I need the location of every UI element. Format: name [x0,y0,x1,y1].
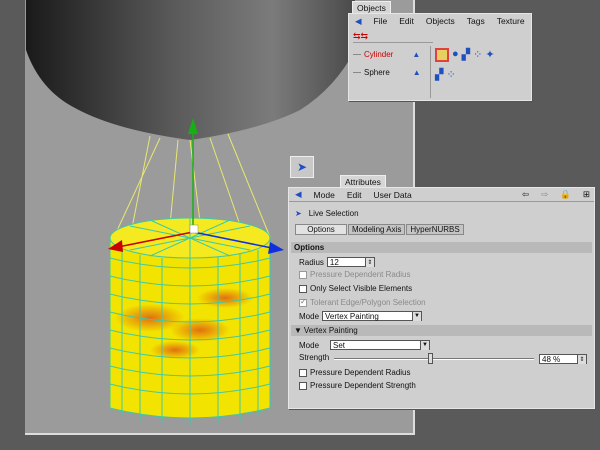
menu-arrow-icon[interactable]: ◀ [295,189,302,200]
object-list: Cylinder ▲ Sphere ▲ [349,46,431,98]
strength-label: Strength [299,353,330,362]
mode-label: Mode [299,311,320,321]
only-visible-checkbox[interactable] [299,284,307,293]
menu-file[interactable]: File [374,16,388,26]
vp-pressure-radius-checkbox[interactable] [299,368,307,377]
tab-options[interactable]: Options [295,224,347,235]
radius-row: Radius 12 ⇕ [299,257,375,267]
only-visible-label: Only Select Visible Elements [310,284,413,293]
material-tag-icon[interactable]: ● [452,48,459,62]
tolerant-checkbox[interactable] [299,297,307,307]
options-header: Options [291,242,592,253]
tolerant-label: Tolerant Edge/Polygon Selection [310,298,426,307]
attributes-menubar: ◀ Mode Edit User Data ⇦ ⇨ 🔒 ⊞ [289,188,594,202]
strength-input[interactable]: 48 % ⇕ [539,354,587,364]
cylinder-icon: ▲ [412,50,421,59]
vp-pressure-strength-label: Pressure Dependent Strength [310,381,416,390]
uvw-tag-icon[interactable]: ▞ [462,48,470,62]
object-name: Cylinder [364,50,394,59]
cylinder-mesh [109,217,271,426]
pressure-radius-label: Pressure Dependent Radius [310,270,411,279]
vp-mode-label: Mode [299,340,320,350]
vp-mode-row: Mode Set ▼ [299,340,431,350]
stepper-icon[interactable]: ⇕ [364,257,374,267]
menu-mode[interactable]: Mode [314,190,335,200]
sphere-mesh [26,0,355,140]
chevron-down-icon: ▼ [412,311,422,321]
selection-tag-icon[interactable]: ⁘ [446,68,455,81]
slider-track [334,358,534,360]
radius-input[interactable]: 12 ⇕ [326,257,375,267]
menu-arrow-icon[interactable]: ◀ [355,16,362,27]
menu-user-data[interactable]: User Data [373,190,411,200]
selection-tag-icon[interactable]: ⁘ [473,48,482,62]
stepper-icon[interactable]: ⇕ [577,354,586,364]
tab-hypernurbs[interactable]: HyperNURBS [406,224,464,235]
hierarchy-icon[interactable]: ⇆⇆ [353,31,368,41]
tool-name: Live Selection [308,209,359,218]
new-panel-icon[interactable]: ⊞ [583,189,590,200]
tags-area: ● ▞ ⁘ ✦ [435,48,495,62]
tab-attributes[interactable]: Attributes [340,175,386,187]
mode-select[interactable]: Vertex Painting ▼ [322,311,423,321]
vertex-painting-header[interactable]: ▼ Vertex Painting [291,325,592,336]
menu-tags[interactable]: Tags [467,16,485,26]
mode-row: Mode Vertex Painting ▼ [299,311,423,321]
attribute-tabs: Options Modeling Axis HyperNURBS [295,224,464,235]
vp-pressure-strength-checkbox[interactable] [299,381,307,390]
tab-modeling-axis[interactable]: Modeling Axis [348,224,406,235]
menu-texture[interactable]: Texture [497,16,525,26]
attributes-panel: ◀ Mode Edit User Data ⇦ ⇨ 🔒 ⊞ ➤ Live Sel… [288,187,595,409]
vp-mode-select[interactable]: Set ▼ [330,340,431,350]
radius-value: 12 [329,257,339,267]
only-visible-row: Only Select Visible Elements [299,284,412,293]
menu-edit[interactable]: Edit [399,16,414,26]
strength-value: 48 % [542,354,561,364]
collapse-triangle-icon: ▼ [294,326,302,335]
display-tag-icon[interactable]: ✦ [485,48,494,62]
chevron-down-icon: ▼ [420,340,430,350]
vp-pressure-radius-row: Pressure Dependent Radius [299,368,411,377]
radius-label: Radius [299,257,324,267]
slider-handle[interactable] [428,353,433,364]
list-item-cylinder[interactable]: Cylinder ▲ [353,50,420,59]
objects-panel: ◀ File Edit Objects Tags Texture ⇆⇆ Cyli… [348,13,532,101]
lock-icon[interactable]: 🔒 [560,189,571,200]
object-name: Sphere [364,68,390,77]
cursor-arrow-icon: ➤ [295,209,302,218]
objects-menubar: ◀ File Edit Objects Tags Texture [349,14,531,28]
list-item-sphere[interactable]: Sphere ▲ [353,68,421,77]
menu-objects[interactable]: Objects [426,16,455,26]
vp-pressure-radius-label: Pressure Dependent Radius [310,368,411,377]
menu-edit[interactable]: Edit [347,190,362,200]
texture-tag-icon[interactable] [435,48,449,62]
tab-objects[interactable]: Objects [352,1,391,13]
pressure-radius-row: Pressure Dependent Radius [299,270,411,279]
vp-mode-value: Set [333,340,346,350]
tolerant-row: Tolerant Edge/Polygon Selection [299,297,426,307]
vertex-painting-title: Vertex Painting [303,326,358,335]
objects-toolbar: ⇆⇆ [353,31,433,43]
pressure-radius-checkbox[interactable] [299,270,307,279]
tags-area-2: ▞ ⁘ [435,68,456,81]
forward-arrow-icon[interactable]: ⇨ [541,189,548,200]
cursor-arrow-icon: ➤ [296,160,308,174]
vp-pressure-strength-row: Pressure Dependent Strength [299,381,416,390]
strength-slider[interactable] [334,353,534,364]
sphere-icon: ▲ [412,68,421,77]
live-selection-tool-button[interactable]: ➤ [290,156,314,178]
uvw-tag-icon[interactable]: ▞ [435,68,443,81]
tool-title: ➤ Live Selection [295,209,359,218]
mode-value: Vertex Painting [325,311,379,321]
back-arrow-icon[interactable]: ⇦ [522,189,529,200]
